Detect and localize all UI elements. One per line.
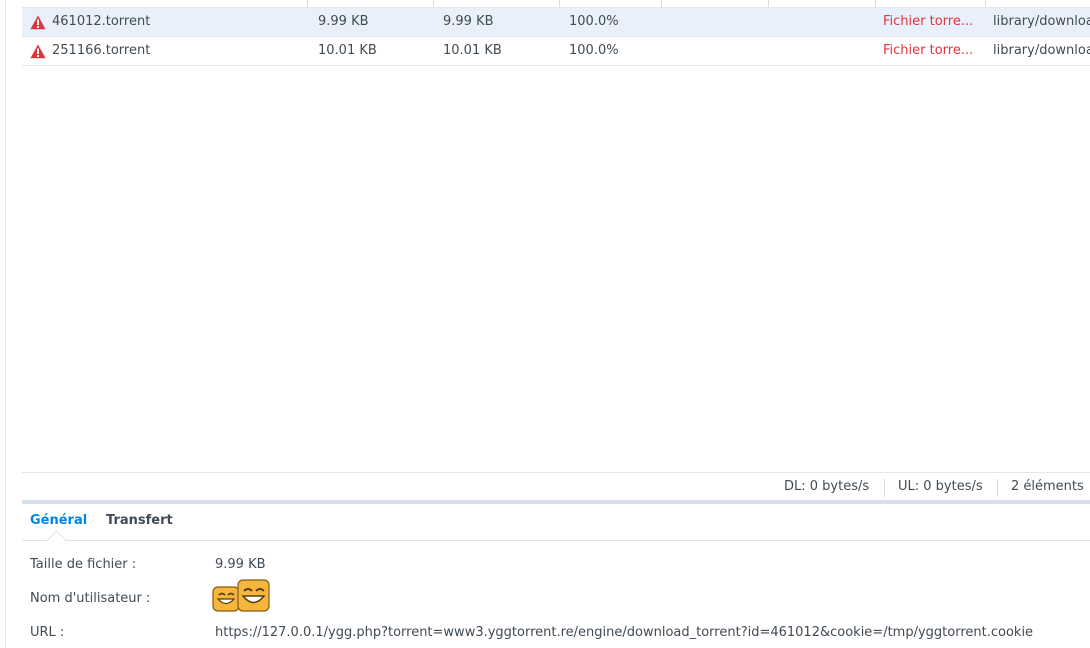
detail-username: Nom d'utilisateur : bbox=[30, 579, 1090, 613]
column-separator[interactable] bbox=[875, 0, 876, 7]
torrent-progress: 100.0% bbox=[569, 14, 619, 29]
column-separator[interactable] bbox=[661, 0, 662, 7]
torrent-status: Fichier torre... bbox=[883, 43, 974, 58]
grinning-face-icon bbox=[212, 579, 270, 612]
warning-icon bbox=[30, 15, 46, 30]
status-bar: DL: 0 bytes/s UL: 0 bytes/s 2 éléments bbox=[22, 472, 1090, 501]
file-size-value: 9.99 KB bbox=[215, 557, 266, 572]
column-separator[interactable] bbox=[768, 0, 769, 7]
file-size-label: Taille de fichier : bbox=[30, 557, 137, 572]
column-header bbox=[22, 0, 1090, 8]
download-speed: DL: 0 bytes/s bbox=[784, 479, 870, 494]
column-separator[interactable] bbox=[985, 0, 986, 7]
torrent-size: 9.99 KB bbox=[318, 14, 369, 29]
column-separator[interactable] bbox=[559, 0, 560, 7]
url-label: URL : bbox=[30, 625, 65, 640]
divider bbox=[884, 479, 885, 497]
detail-url: URL : https://127.0.0.1/ygg.php?torrent=… bbox=[30, 619, 1090, 647]
item-count: 2 éléments bbox=[1011, 479, 1084, 494]
column-separator[interactable] bbox=[433, 0, 434, 7]
column-separator[interactable] bbox=[307, 0, 308, 7]
torrent-name: 461012.torrent bbox=[52, 14, 151, 29]
tab-transfer[interactable]: Transfert bbox=[106, 504, 173, 540]
download-station-window: 461012.torrent 9.99 KB 9.99 KB 100.0% Fi… bbox=[0, 0, 1090, 648]
warning-icon bbox=[30, 44, 46, 59]
torrent-downloaded: 9.99 KB bbox=[443, 14, 494, 29]
table-row[interactable]: 461012.torrent 9.99 KB 9.99 KB 100.0% Fi… bbox=[22, 8, 1090, 37]
torrent-status: Fichier torre... bbox=[883, 14, 974, 29]
divider bbox=[997, 479, 998, 497]
url-value[interactable]: https://127.0.0.1/ygg.php?torrent=www3.y… bbox=[215, 619, 1033, 647]
table-row[interactable]: 251166.torrent 10.01 KB 10.01 KB 100.0% … bbox=[22, 37, 1090, 66]
torrent-destination: library/downloa bbox=[993, 14, 1090, 29]
detail-file-size: Taille de fichier : 9.99 KB bbox=[30, 551, 1090, 579]
torrent-list: 461012.torrent 9.99 KB 9.99 KB 100.0% Fi… bbox=[22, 0, 1090, 471]
torrent-progress: 100.0% bbox=[569, 43, 619, 58]
upload-speed: UL: 0 bytes/s bbox=[898, 479, 983, 494]
detail-tabs: Général Transfert bbox=[22, 504, 1090, 549]
panel-border bbox=[5, 0, 6, 648]
username-label: Nom d'utilisateur : bbox=[30, 591, 151, 606]
torrent-name: 251166.torrent bbox=[52, 43, 151, 58]
torrent-destination: library/downloa bbox=[993, 43, 1090, 58]
torrent-size: 10.01 KB bbox=[318, 43, 377, 58]
torrent-downloaded: 10.01 KB bbox=[443, 43, 502, 58]
